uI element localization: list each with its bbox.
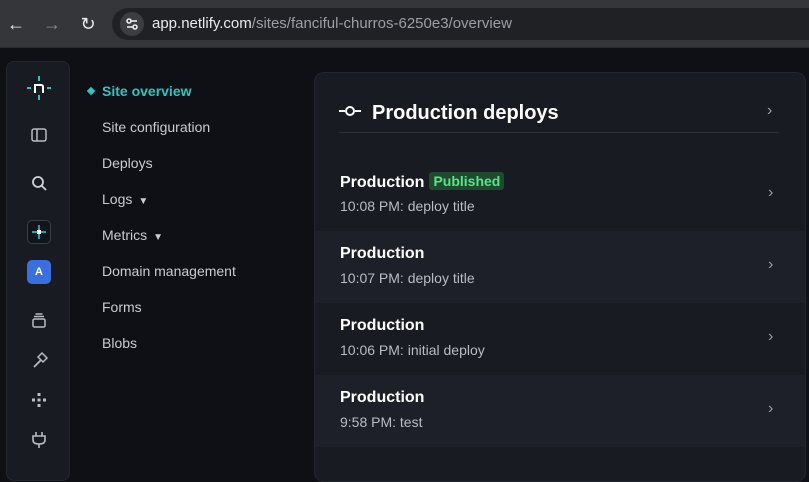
back-arrow-icon[interactable]: ← (4, 12, 28, 36)
chevron-right-icon: › (768, 184, 774, 201)
search-icon[interactable] (27, 171, 51, 195)
netlify-logo-icon[interactable] (27, 76, 51, 100)
deploy-meta: 10:08 PM: deploy title (340, 198, 475, 214)
deploy-name: Production (340, 245, 425, 262)
url-path: /sites/fanciful-churros-6250e3/overview (251, 15, 512, 32)
forward-arrow-icon[interactable]: → (40, 12, 64, 36)
sidebar-item-label: Metrics (102, 227, 148, 243)
chevron-right-icon: › (768, 328, 774, 345)
card-title: Production deploys (372, 102, 559, 124)
sidebar-item-blobs[interactable]: Blobs (86, 330, 296, 356)
deploy-meta: 9:58 PM: test (340, 414, 423, 430)
chevron-right-icon: › (768, 400, 774, 417)
sidebar-toggle-icon[interactable] (27, 123, 51, 147)
app-rail: A (6, 61, 70, 481)
sidebar-item-site-overview[interactable]: Site overview (86, 78, 296, 104)
deploy-name: Production Published (340, 172, 505, 193)
deploy-row[interactable]: Production 10:07 PM: deploy title › (315, 231, 805, 303)
deploy-row[interactable]: Production 9:58 PM: test › (315, 375, 805, 447)
chevron-right-icon[interactable]: › (767, 101, 772, 121)
sidebar-item-forms[interactable]: Forms (86, 294, 296, 320)
git-commit-icon (339, 103, 361, 119)
site-icon[interactable] (27, 220, 51, 244)
url-host: app.netlify.com (152, 15, 252, 32)
reload-icon[interactable]: ↻ (76, 12, 100, 36)
url-text[interactable]: app.netlify.com/sites/fanciful-churros-6… (152, 16, 512, 32)
production-deploys-card: Production deploys › Production Published… (314, 72, 806, 482)
chevron-right-icon: › (768, 256, 774, 273)
layers-icon[interactable] (27, 309, 51, 333)
deploy-name: Production (340, 317, 425, 334)
sidebar-item-site-configuration[interactable]: Site configuration (86, 114, 296, 140)
sidebar-item-label: Site configuration (102, 119, 211, 135)
deploy-row[interactable]: Production Published 10:08 PM: deploy tit… (315, 159, 805, 231)
sidebar-item-label: Deploys (102, 155, 153, 171)
deploy-context: Production (340, 174, 425, 191)
tune-icon[interactable] (120, 12, 144, 36)
address-bar[interactable]: app.netlify.com/sites/fanciful-churros-6… (112, 8, 809, 40)
hammer-icon[interactable] (27, 349, 51, 373)
team-avatar[interactable]: A (27, 260, 51, 284)
deploy-meta: 10:06 PM: initial deploy (340, 342, 485, 358)
sidebar-item-metrics[interactable]: Metrics ▼ (86, 222, 296, 248)
sidebar-item-label: Forms (102, 299, 142, 315)
sidebar-item-domain-management[interactable]: Domain management (86, 258, 296, 284)
sidebar-item-label: Logs (102, 191, 133, 207)
integrations-icon[interactable] (27, 388, 51, 412)
card-header[interactable]: Production deploys › (339, 97, 779, 133)
sidebar-item-label: Domain management (102, 263, 236, 279)
deploy-row[interactable]: Production 10:06 PM: initial deploy › (315, 303, 805, 375)
browser-toolbar: ← → ↻ app.netlify.com/sites/fanciful-chu… (0, 0, 809, 48)
active-indicator-icon (86, 86, 96, 96)
sidebar-item-logs[interactable]: Logs ▼ (86, 186, 296, 212)
chevron-down-icon: ▼ (153, 232, 164, 243)
sidebar-item-label: Blobs (102, 335, 138, 351)
chevron-down-icon: ▼ (138, 196, 149, 207)
published-badge: Published (429, 172, 505, 190)
plug-icon[interactable] (27, 428, 51, 452)
deploy-name: Production (340, 389, 425, 406)
sidebar-item-label: Site overview (102, 83, 192, 99)
deploy-meta: 10:07 PM: deploy title (340, 270, 475, 286)
sidebar-item-deploys[interactable]: Deploys (86, 150, 296, 176)
